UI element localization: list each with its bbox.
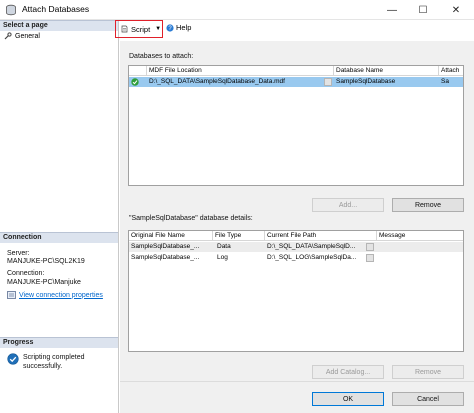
database-name-cell[interactable]: SampleSqlDatabase	[334, 77, 439, 87]
progress-header: Progress	[0, 337, 118, 348]
add-database-button[interactable]: Add...	[312, 198, 384, 212]
script-button[interactable]: Script ▼	[115, 20, 163, 38]
wrench-icon	[4, 32, 12, 40]
help-label: Help	[176, 23, 192, 32]
details-grid[interactable]: Original File Name File Type Current Fil…	[128, 230, 464, 352]
databases-grid[interactable]: MDF File Location Database Name Attach D…	[128, 65, 464, 186]
column-original-file-name[interactable]: Original File Name	[129, 231, 213, 241]
cancel-button[interactable]: Cancel	[392, 392, 464, 406]
properties-icon	[7, 291, 16, 299]
file-type-cell: Data	[217, 243, 231, 250]
remove-database-button[interactable]: Remove	[392, 198, 464, 212]
database-details-label: "SampleSqlDatabase" database details:	[129, 215, 253, 222]
ok-button[interactable]: OK	[312, 392, 384, 406]
script-label: Script	[131, 24, 151, 34]
databases-to-attach-label: Databases to attach:	[129, 53, 194, 60]
attach-as-cell[interactable]: Sa	[439, 77, 463, 87]
window-title: Attach Databases	[22, 4, 90, 14]
details-grid-header: Original File Name File Type Current Fil…	[129, 231, 463, 241]
table-row[interactable]: SampleSqlDatabase_... Data D:\_SQL_DATA\…	[129, 242, 463, 252]
page-item-label: General	[15, 32, 40, 40]
chevron-down-icon: ▼	[155, 26, 162, 32]
browse-mdf-button[interactable]	[324, 78, 332, 86]
connection-header: Connection	[0, 232, 118, 243]
database-icon	[6, 4, 16, 16]
toolbar: Script ▼ ? Help	[115, 20, 474, 38]
left-pane: Select a page General Connection Server:…	[0, 20, 119, 413]
main-panel: Script ▼ ? Help Databases to attach: MDF…	[115, 20, 474, 413]
server-value: MANJUKE-PC\SQL2K19	[7, 258, 85, 265]
add-catalog-button[interactable]: Add Catalog...	[312, 365, 384, 379]
success-icon	[7, 353, 19, 365]
browse-file-path-button[interactable]	[366, 254, 374, 262]
file-type-cell: Log	[217, 254, 228, 261]
original-file-name-cell: SampleSqlDatabase_...	[131, 254, 200, 261]
current-file-path-cell[interactable]: D:\_SQL_DATA\SampleSqlD...	[265, 242, 365, 252]
message-cell	[377, 253, 463, 263]
table-row[interactable]: SampleSqlDatabase_... Log D:\_SQL_LOG\Sa…	[129, 253, 463, 263]
progress-status: Scripting completed successfully.	[23, 354, 85, 370]
dialog-footer: OK Cancel	[120, 381, 474, 413]
grid-header-status	[129, 66, 147, 76]
title-bar: Attach Databases — ☐ ✕	[0, 0, 474, 20]
minimize-button[interactable]: —	[378, 0, 406, 20]
maximize-button[interactable]: ☐	[409, 0, 437, 20]
column-message[interactable]: Message	[377, 231, 463, 241]
general-page: Databases to attach: MDF File Location D…	[120, 41, 474, 381]
column-file-type[interactable]: File Type	[213, 231, 265, 241]
help-icon: ?	[166, 23, 174, 32]
column-mdf-file-location[interactable]: MDF File Location	[147, 66, 334, 76]
current-file-path-cell[interactable]: D:\_SQL_LOG\SampleSqlDa...	[265, 253, 365, 263]
script-icon	[121, 25, 128, 33]
view-connection-properties[interactable]: View connection properties	[7, 291, 103, 299]
grid-header: MDF File Location Database Name Attach	[129, 66, 463, 76]
connection-value: MANJUKE-PC\Manjuke	[7, 279, 81, 286]
close-button[interactable]: ✕	[442, 0, 470, 20]
column-current-file-path[interactable]: Current File Path	[265, 231, 377, 241]
original-file-name-cell: SampleSqlDatabase_...	[131, 243, 200, 250]
select-page-header: Select a page	[0, 20, 118, 31]
table-row[interactable]: D:\_SQL_DATA\SampleSqlDatabase_Data.mdf …	[129, 77, 463, 87]
connection-label: Connection:	[7, 270, 45, 277]
column-database-name[interactable]: Database Name	[334, 66, 439, 76]
column-attach[interactable]: Attach	[439, 66, 463, 76]
remove-file-button[interactable]: Remove	[392, 365, 464, 379]
help-button[interactable]: ? Help	[166, 23, 191, 32]
browse-file-path-button[interactable]	[366, 243, 374, 251]
mdf-file-location-cell: D:\_SQL_DATA\SampleSqlDatabase_Data.mdf	[149, 78, 285, 85]
message-cell	[377, 242, 463, 252]
page-item-general[interactable]: General	[4, 32, 40, 40]
view-connection-link[interactable]: View connection properties	[19, 292, 103, 299]
check-icon	[131, 78, 139, 86]
